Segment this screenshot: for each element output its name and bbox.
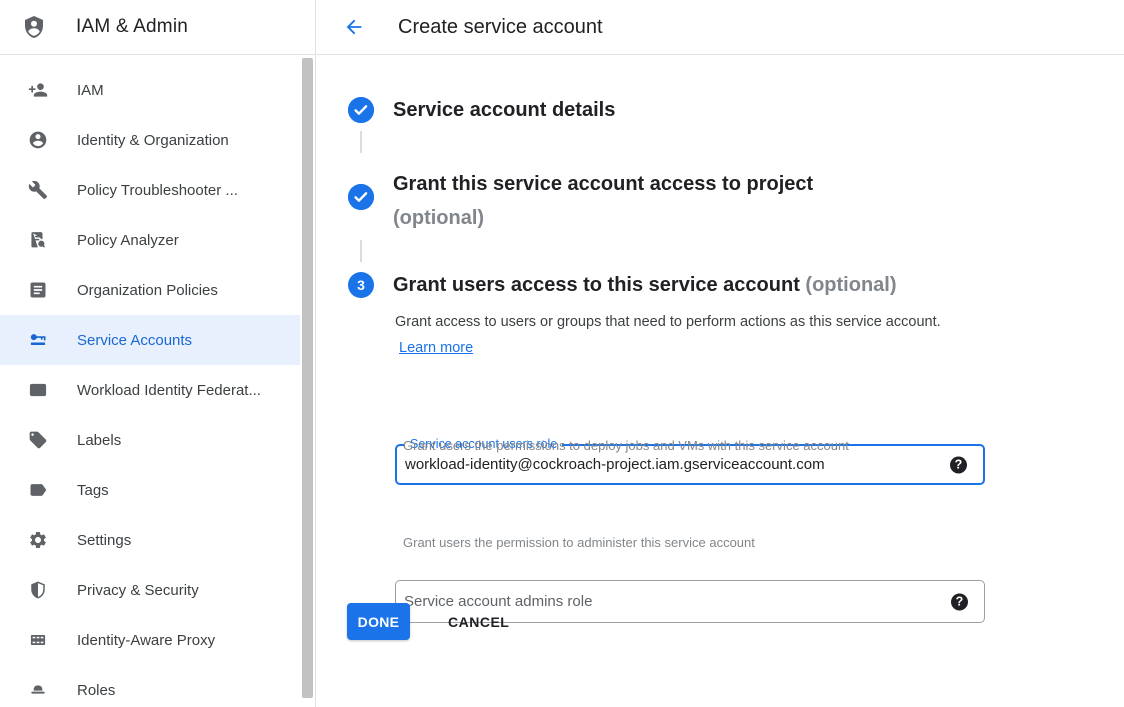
cancel-button[interactable]: CANCEL <box>448 603 509 640</box>
sidebar-item-label: Tags <box>77 482 109 499</box>
sidebar-item-roles[interactable]: Roles <box>0 665 300 707</box>
sidebar-item-tags[interactable]: Tags <box>0 465 300 515</box>
done-button[interactable]: DONE <box>347 603 410 640</box>
sidebar-item-label: Service Accounts <box>77 332 192 349</box>
step-2-optional-label: (optional) <box>393 201 913 235</box>
sidebar-item-workload-identity-federation[interactable]: Workload Identity Federat... <box>0 365 300 415</box>
help-icon[interactable]: ? <box>950 456 967 473</box>
sidebar-item-label: Workload Identity Federat... <box>77 382 261 399</box>
sidebar-item-label: Settings <box>77 532 131 549</box>
topbar: Create service account <box>317 0 1124 55</box>
service-account-key-icon <box>28 330 48 350</box>
step-3-number: 3 <box>357 277 365 293</box>
sidebar-nav: IAM Identity & Organization Policy Troub… <box>0 55 315 707</box>
hat-icon <box>28 680 48 700</box>
page-title: Create service account <box>398 16 603 39</box>
sidebar-scrollbar-thumb[interactable] <box>302 58 313 698</box>
users-role-helper-text: Grant users the permissions to deploy jo… <box>403 438 849 453</box>
label-arrow-icon <box>28 480 48 500</box>
sidebar-header: IAM & Admin <box>0 0 315 55</box>
sidebar-item-label: Identity & Organization <box>77 132 229 149</box>
sidebar: IAM & Admin IAM Identity & Organization … <box>0 0 316 707</box>
iam-shield-icon <box>22 13 46 41</box>
sidebar-item-label: Roles <box>77 682 115 699</box>
step-3-number-icon: 3 <box>348 272 374 298</box>
sidebar-item-label: IAM <box>77 82 104 99</box>
shield-half-icon <box>28 580 48 600</box>
sidebar-item-identity-aware-proxy[interactable]: Identity-Aware Proxy <box>0 615 300 665</box>
back-arrow-icon[interactable] <box>342 15 366 39</box>
step-connector <box>360 240 362 262</box>
step-3-optional-label: (optional) <box>805 274 896 296</box>
step-1-complete-icon <box>348 97 374 123</box>
step-2-title-text: Grant this service account access to pro… <box>393 173 813 195</box>
step-2-complete-icon <box>348 184 374 210</box>
learn-more-link[interactable]: Learn more <box>399 340 473 356</box>
sidebar-item-label: Policy Analyzer <box>77 232 179 249</box>
sidebar-item-label: Privacy & Security <box>77 582 199 599</box>
sidebar-item-settings[interactable]: Settings <box>0 515 300 565</box>
sidebar-item-label: Identity-Aware Proxy <box>77 632 215 649</box>
sidebar-item-identity-organization[interactable]: Identity & Organization <box>0 115 300 165</box>
description-text: Grant access to users or groups that nee… <box>395 314 941 330</box>
admins-role-helper-text: Grant users the permission to administer… <box>403 535 755 550</box>
gear-icon <box>28 530 48 550</box>
sidebar-item-privacy-security[interactable]: Privacy & Security <box>0 565 300 615</box>
proxy-grid-icon <box>28 630 48 650</box>
step-2-title[interactable]: Grant this service account access to pro… <box>393 167 913 235</box>
sidebar-item-organization-policies[interactable]: Organization Policies <box>0 265 300 315</box>
policy-analyzer-icon <box>28 230 48 250</box>
step-1-title[interactable]: Service account details <box>393 97 615 124</box>
sidebar-item-policy-troubleshooter[interactable]: Policy Troubleshooter ... <box>0 165 300 215</box>
step-3-title: Grant users access to this service accou… <box>393 272 897 299</box>
sidebar-item-label: Policy Troubleshooter ... <box>77 182 238 199</box>
sidebar-item-label: Labels <box>77 432 121 449</box>
step-3-description: Grant access to users or groups that nee… <box>395 310 957 361</box>
sidebar-item-policy-analyzer[interactable]: Policy Analyzer <box>0 215 300 265</box>
sidebar-item-labels[interactable]: Labels <box>0 415 300 465</box>
badge-card-icon <box>28 380 48 400</box>
wrench-icon <box>28 180 48 200</box>
step-3-title-text: Grant users access to this service accou… <box>393 274 800 296</box>
sidebar-item-service-accounts[interactable]: Service Accounts <box>0 315 300 365</box>
sidebar-item-label: Organization Policies <box>77 282 218 299</box>
app-title: IAM & Admin <box>76 16 188 38</box>
help-icon[interactable]: ? <box>951 593 968 610</box>
sidebar-item-iam[interactable]: IAM <box>0 65 300 115</box>
person-add-icon <box>28 80 48 100</box>
main-panel: Create service account Service account d… <box>317 0 1124 707</box>
tag-icon <box>28 430 48 450</box>
account-circle-icon <box>28 130 48 150</box>
document-icon <box>28 280 48 300</box>
step-connector <box>360 131 362 153</box>
